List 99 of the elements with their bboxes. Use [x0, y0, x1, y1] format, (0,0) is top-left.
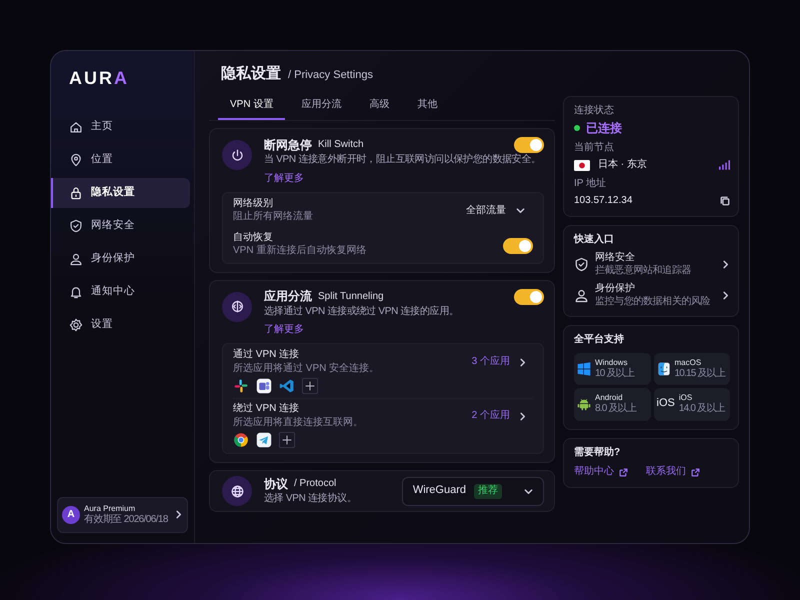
lock-icon — [69, 186, 83, 200]
person-icon — [69, 252, 83, 266]
platform-version: 10.15 及以上 — [674, 368, 726, 380]
node-name: 日本 · 东京 — [598, 159, 648, 172]
panel-title: 快速入口 — [574, 234, 615, 246]
person-icon — [574, 288, 589, 303]
option-description: 阻止所有网络流量 — [233, 211, 314, 224]
card-subtitle: Split Tunneling — [318, 290, 384, 303]
quick-link[interactable]: 身份保护 监控与您的数据相关的风险 — [574, 283, 730, 308]
add-button[interactable] — [279, 432, 295, 448]
nav-item[interactable]: 通知中心 — [51, 276, 190, 306]
option-label: 网络级别 — [233, 198, 274, 210]
tab[interactable]: 应用分流 — [289, 92, 354, 120]
nav-item[interactable]: 位置 — [51, 144, 190, 174]
ring-icon — [233, 432, 249, 448]
plan-name: Aura Premium — [84, 504, 136, 514]
chevron-right-icon — [518, 412, 527, 421]
option-label: 自动恢复 — [233, 232, 274, 244]
shield-check-icon — [69, 218, 83, 232]
status-label: 连接状态 — [574, 105, 615, 118]
card-description: 选择 VPN 连接协议。 — [264, 493, 358, 506]
home-icon — [69, 120, 83, 134]
card-description: 选择通过 VPN 连接或绕过 VPN 连接的应用。 — [264, 306, 460, 318]
recommended-badge: 推荐 — [474, 484, 502, 498]
card-title: 协议 — [264, 477, 288, 492]
flag-icon — [574, 160, 590, 171]
chevron-down-icon — [516, 206, 525, 216]
paper-plane-tile-icon — [256, 432, 272, 448]
platform-name: iOS — [678, 393, 694, 403]
gear-icon — [69, 318, 83, 332]
nav-item[interactable]: 设置 — [51, 310, 190, 340]
chevron-right-icon — [721, 260, 730, 269]
node-label: 当前节点 — [574, 142, 615, 154]
robot-icon — [577, 397, 591, 412]
platform-name: Android — [595, 393, 624, 402]
nav-item[interactable]: 身份保护 — [51, 244, 190, 274]
nav-item[interactable]: 主页 — [51, 112, 190, 142]
platform-version: 10 及以上 — [595, 368, 634, 380]
ip-label: IP 地址 — [574, 178, 608, 190]
chevron-down-icon — [524, 486, 533, 496]
four-squares-icon — [577, 362, 591, 376]
group-description: 所选应用将直接连接互联网。 — [233, 416, 364, 430]
avatar: A — [62, 506, 80, 524]
traffic-dropdown[interactable]: 全部流量 — [466, 204, 525, 217]
option-description: VPN 重新连接后自动恢复网络 — [233, 245, 368, 258]
people-tile-icon — [256, 378, 272, 394]
page-title: 隐私设置 — [221, 65, 281, 84]
chevron-right-icon — [174, 510, 183, 520]
globe-icon — [230, 484, 244, 499]
face-tile-icon — [656, 362, 670, 376]
page-subtitle: / Privacy Settings — [288, 69, 373, 83]
external-link-icon — [619, 468, 628, 477]
add-button[interactable] — [302, 378, 318, 394]
card-subtitle: Kill Switch — [318, 139, 364, 152]
split-icon — [230, 299, 244, 314]
nav-item[interactable]: 隐私设置 — [51, 178, 190, 208]
nav-item[interactable]: 网络安全 — [51, 210, 190, 240]
group-description: 所选应用将通过 VPN 安全连接。 — [233, 362, 380, 376]
power-icon — [230, 148, 244, 163]
ribbon-icon — [279, 378, 295, 394]
card-subtitle: / Protocol — [294, 478, 336, 491]
expiry-date: 有效期至 2026/06/18 — [84, 514, 169, 526]
platform-glyph: iOS — [656, 397, 675, 412]
toggle-switch[interactable] — [514, 288, 544, 305]
help-link[interactable]: 帮助中心 — [574, 466, 628, 478]
copy-icon[interactable] — [720, 196, 730, 206]
app-count-link[interactable]: 2 个应用 — [472, 410, 527, 422]
bell-icon — [69, 284, 83, 298]
quick-link[interactable]: 网络安全 拦截恶意网站和追踪器 — [574, 252, 730, 277]
panel-title: 需要帮助? — [574, 446, 622, 459]
platform-name: macOS — [674, 358, 702, 368]
chevron-right-icon — [721, 291, 730, 300]
card-description: 当 VPN 连接意外断开时，阻止互联网访问以保护您的数据安全。 — [264, 154, 542, 167]
signal-bars-icon — [719, 160, 730, 170]
tab[interactable]: 其他 — [405, 92, 450, 120]
learn-more-link[interactable]: 了解更多 — [264, 324, 304, 337]
platform-name: Windows — [595, 358, 628, 368]
card-title: 应用分流 — [264, 289, 312, 304]
learn-more-link[interactable]: 了解更多 — [264, 172, 304, 186]
tab[interactable]: 高级 — [357, 92, 402, 120]
chevron-right-icon — [518, 358, 527, 367]
help-link[interactable]: 联系我们 — [646, 466, 700, 478]
toggle-switch[interactable] — [514, 137, 544, 154]
toggle-switch[interactable] — [503, 238, 533, 254]
platform-version: 14.0 及以上 — [678, 403, 725, 416]
connection-state: 已连接 — [586, 120, 622, 136]
tab[interactable]: VPN 设置 — [218, 92, 286, 120]
platform-version: 8.0 及以上 — [595, 403, 636, 416]
location-pin-icon — [69, 152, 83, 166]
protocol-dropdown[interactable]: WireGuard 推荐 — [402, 477, 544, 506]
card-title: 断网急停 — [264, 138, 312, 153]
app-count-link[interactable]: 3 个应用 — [472, 356, 527, 368]
shield-check-icon — [574, 257, 589, 272]
group-label: 通过 VPN 连接 — [233, 349, 300, 362]
pinwheel-icon — [233, 378, 249, 394]
external-link-icon — [691, 468, 700, 477]
group-label: 绕过 VPN 连接 — [233, 403, 300, 416]
ip-address: 103.57.12.34 — [574, 195, 634, 208]
panel-title: 全平台支持 — [574, 334, 625, 346]
